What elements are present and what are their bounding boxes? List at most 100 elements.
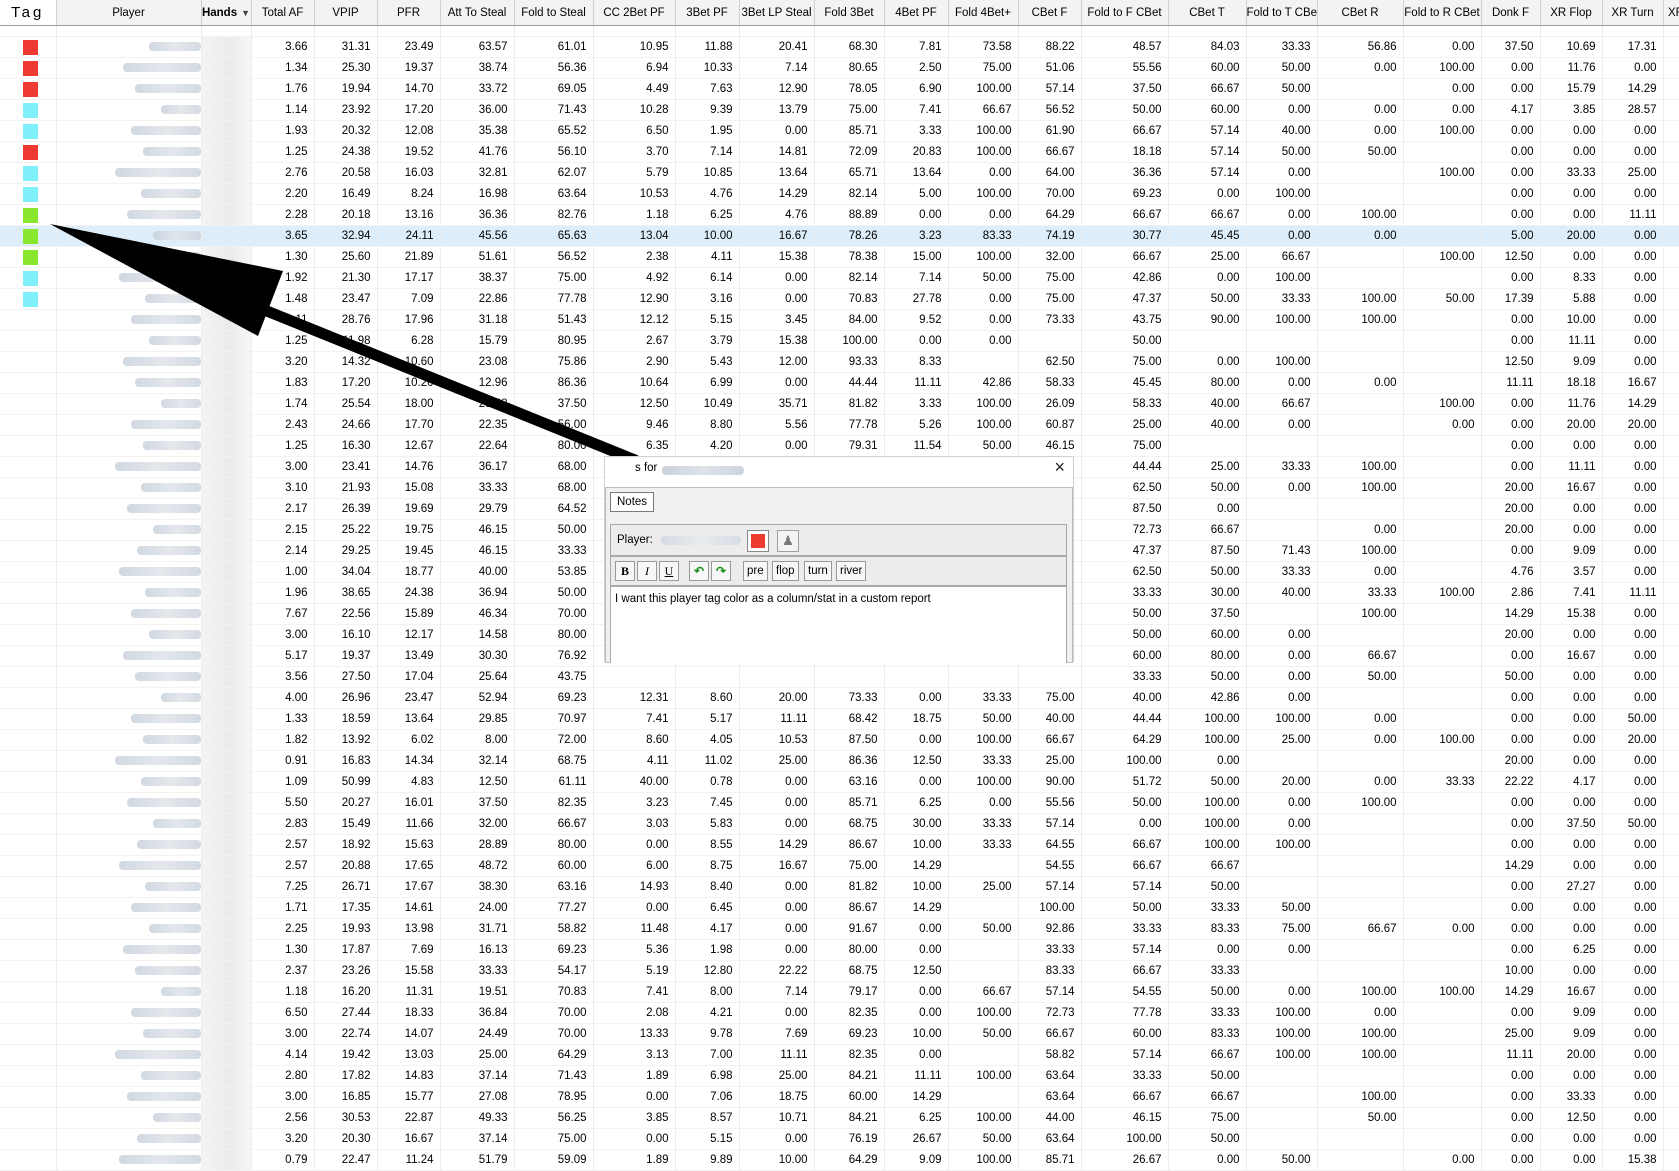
player-name-cell[interactable] bbox=[56, 645, 202, 667]
player-name-cell[interactable] bbox=[56, 918, 202, 940]
tag-cell[interactable] bbox=[0, 729, 57, 751]
tag-cell[interactable] bbox=[0, 519, 57, 541]
player-name-cell[interactable] bbox=[56, 876, 202, 898]
table-row[interactable]: 1.30 25.60 21.89 51.61 56.52 2.38 4.11 15.38 78.… bbox=[0, 246, 1679, 268]
tag-cell[interactable] bbox=[0, 666, 57, 688]
tag-cell[interactable] bbox=[0, 99, 57, 121]
player-name-cell[interactable] bbox=[56, 603, 202, 625]
redo-icon[interactable]: ↷ bbox=[711, 561, 731, 581]
table-row[interactable]: 2.80 17.82 14.83 37.14 71.43 1.89 6.98 25.00 84.… bbox=[0, 1065, 1679, 1087]
table-row[interactable]: 1.74 25.54 18.00 23.68 37.50 12.50 10.49 35.71 8… bbox=[0, 393, 1679, 415]
tag-cell[interactable] bbox=[0, 1107, 57, 1129]
table-row[interactable]: 1.18 16.20 11.31 19.51 70.83 7.41 8.00 7.14 79.1… bbox=[0, 981, 1679, 1003]
column-header-player[interactable]: Player bbox=[56, 0, 202, 26]
column-header-stat[interactable]: XR Flop bbox=[1540, 0, 1603, 26]
tag-cell[interactable] bbox=[0, 939, 57, 961]
column-header-stat[interactable]: Fold to R CBet bbox=[1403, 0, 1482, 26]
column-header-stat[interactable]: CBet R bbox=[1317, 0, 1404, 26]
player-name-cell[interactable] bbox=[56, 834, 202, 856]
tag-cell[interactable] bbox=[0, 141, 57, 163]
player-name-cell[interactable] bbox=[56, 981, 202, 1003]
tag-cell[interactable] bbox=[0, 813, 57, 835]
tag-cell[interactable] bbox=[0, 414, 57, 436]
player-name-cell[interactable] bbox=[56, 120, 202, 142]
column-header-stat[interactable]: Fold to Steal bbox=[514, 0, 594, 26]
player-name-cell[interactable] bbox=[56, 540, 202, 562]
player-name-cell[interactable] bbox=[56, 960, 202, 982]
table-row[interactable]: 2.57 20.88 17.65 48.72 60.00 6.00 8.75 16.67 75.… bbox=[0, 855, 1679, 877]
column-header-stat[interactable]: CBet F bbox=[1018, 0, 1082, 26]
table-row[interactable]: 1.30 17.87 7.69 16.13 69.23 5.36 1.98 0.00 80.00… bbox=[0, 939, 1679, 961]
tag-cell[interactable] bbox=[0, 1002, 57, 1024]
table-row[interactable]: 2.83 15.49 11.66 32.00 66.67 3.03 5.83 0.00 68.7… bbox=[0, 813, 1679, 835]
tag-cell[interactable] bbox=[0, 435, 57, 457]
table-row[interactable]: 2.20 16.49 8.24 16.98 63.64 10.53 4.76 14.29 82.… bbox=[0, 183, 1679, 205]
note-textarea[interactable]: I want this player tag color as a column… bbox=[610, 586, 1067, 663]
player-name-cell[interactable] bbox=[56, 1086, 202, 1108]
table-row[interactable]: 3.20 20.30 16.67 37.14 75.00 0.00 5.15 0.00 76.1… bbox=[0, 1128, 1679, 1150]
tag-cell[interactable] bbox=[0, 204, 57, 226]
player-name-cell[interactable] bbox=[56, 1044, 202, 1066]
tag-cell[interactable] bbox=[0, 1023, 57, 1045]
player-name-cell[interactable] bbox=[56, 1023, 202, 1045]
player-name-cell[interactable] bbox=[56, 750, 202, 772]
player-name-cell[interactable] bbox=[56, 456, 202, 478]
tag-cell[interactable] bbox=[0, 582, 57, 604]
tag-cell[interactable] bbox=[0, 456, 57, 478]
table-row[interactable]: 2.25 19.93 13.98 31.71 58.82 11.48 4.17 0.00 91.… bbox=[0, 918, 1679, 940]
column-header-stat[interactable]: Att To Steal bbox=[440, 0, 515, 26]
table-row[interactable]: 6.50 27.44 18.33 36.84 70.00 2.08 4.21 0.00 82.3… bbox=[0, 1002, 1679, 1024]
tag-cell[interactable] bbox=[0, 1086, 57, 1108]
tag-cell[interactable] bbox=[0, 792, 57, 814]
tag-cell[interactable] bbox=[0, 393, 57, 415]
table-row[interactable]: 1.14 23.92 17.20 36.00 71.43 10.28 9.39 13.79 75… bbox=[0, 99, 1679, 121]
column-header-stat[interactable]: PFR bbox=[377, 0, 441, 26]
table-row[interactable]: 4.14 19.42 13.03 25.00 64.29 3.13 7.00 11.11 82.… bbox=[0, 1044, 1679, 1066]
player-name-cell[interactable] bbox=[56, 435, 202, 457]
player-name-cell[interactable] bbox=[56, 78, 202, 100]
table-row[interactable]: 3.00 16.85 15.77 27.08 78.95 0.00 7.06 18.75 60.… bbox=[0, 1086, 1679, 1108]
player-name-cell[interactable] bbox=[56, 225, 202, 247]
player-name-cell[interactable] bbox=[56, 561, 202, 583]
table-row[interactable]: 1.92 21.30 17.17 38.37 75.00 4.92 6.14 0.00 82.1… bbox=[0, 267, 1679, 289]
table-row[interactable]: 1.25 24.38 19.52 41.76 56.10 3.70 7.14 14.81 72.… bbox=[0, 141, 1679, 163]
bold-button[interactable]: B bbox=[615, 561, 635, 581]
table-row[interactable]: 2.43 24.66 17.70 22.35 56.00 9.46 8.80 5.56 77.7… bbox=[0, 414, 1679, 436]
player-name-cell[interactable] bbox=[56, 708, 202, 730]
tag-cell[interactable] bbox=[0, 330, 57, 352]
tag-cell[interactable] bbox=[0, 351, 57, 373]
player-name-cell[interactable] bbox=[56, 183, 202, 205]
player-name-cell[interactable] bbox=[56, 288, 202, 310]
player-name-cell[interactable] bbox=[56, 1107, 202, 1129]
player-name-cell[interactable] bbox=[56, 57, 202, 79]
column-header-stat[interactable]: Donk F bbox=[1481, 0, 1541, 26]
tag-cell[interactable] bbox=[0, 36, 57, 58]
table-row[interactable]: 1.82 13.92 6.02 8.00 72.00 8.60 4.05 10.53 87.50… bbox=[0, 729, 1679, 751]
tag-cell[interactable] bbox=[0, 897, 57, 919]
underline-button[interactable]: U bbox=[659, 561, 679, 581]
table-row[interactable]: 5.50 20.27 16.01 37.50 82.35 3.23 7.45 0.00 85.7… bbox=[0, 792, 1679, 814]
table-row[interactable]: 3.65 32.94 24.11 45.56 65.63 13.04 10.00 16.67 7… bbox=[0, 225, 1679, 247]
undo-icon[interactable]: ↶ bbox=[689, 561, 709, 581]
tag-cell[interactable] bbox=[0, 288, 57, 310]
tag-cell[interactable] bbox=[0, 687, 57, 709]
italic-button[interactable]: I bbox=[637, 561, 657, 581]
column-header-stat[interactable]: XR River bbox=[1663, 0, 1679, 26]
close-icon[interactable]: × bbox=[1054, 457, 1065, 478]
column-header-stat[interactable]: Fold 3Bet bbox=[814, 0, 885, 26]
column-header-stat[interactable]: CBet T bbox=[1168, 0, 1247, 26]
player-name-cell[interactable] bbox=[56, 204, 202, 226]
table-row[interactable]: 3.00 22.74 14.07 24.49 70.00 13.33 9.78 7.69 69.… bbox=[0, 1023, 1679, 1045]
column-header-stat[interactable]: Fold to T CBet bbox=[1246, 0, 1318, 26]
tag-cell[interactable] bbox=[0, 120, 57, 142]
tag-cell[interactable] bbox=[0, 771, 57, 793]
tag-color-button[interactable] bbox=[747, 530, 769, 552]
table-row[interactable]: 2.28 20.18 13.16 36.36 82.76 1.18 6.25 4.76 88.8… bbox=[0, 204, 1679, 226]
tag-cell[interactable] bbox=[0, 960, 57, 982]
table-row[interactable]: 3.56 27.50 17.04 25.64 43.75 33.33 50.00 0.00 50… bbox=[0, 666, 1679, 688]
player-name-cell[interactable] bbox=[56, 372, 202, 394]
column-header-stat[interactable]: CC 2Bet PF bbox=[593, 0, 676, 26]
player-name-cell[interactable] bbox=[56, 309, 202, 331]
tag-cell[interactable] bbox=[0, 267, 57, 289]
player-name-cell[interactable] bbox=[56, 855, 202, 877]
